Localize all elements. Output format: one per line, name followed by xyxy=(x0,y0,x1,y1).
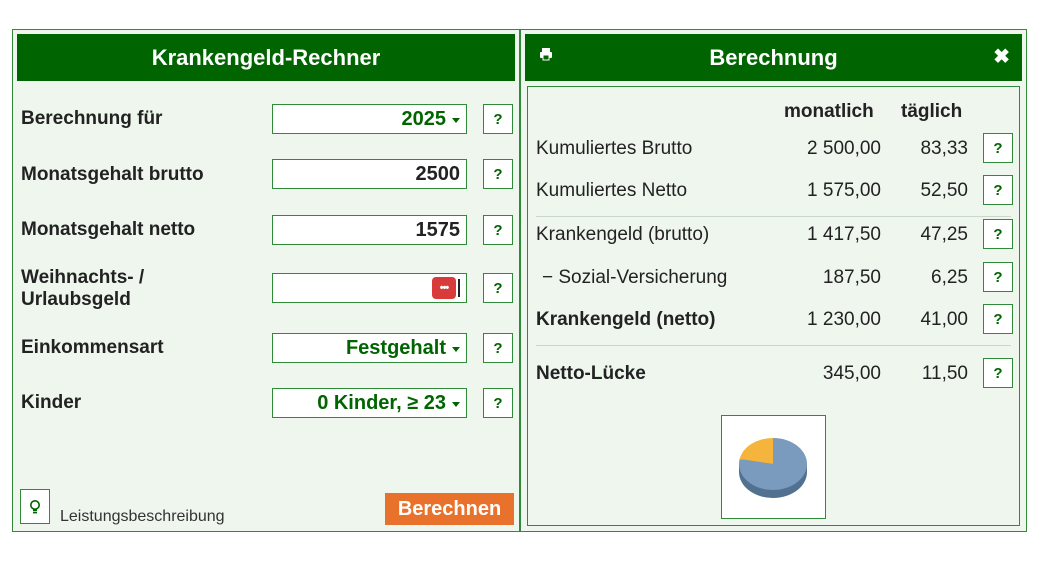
help-net-gap-button[interactable]: ? xyxy=(983,358,1013,388)
help-children-button[interactable]: ? xyxy=(483,388,513,418)
column-header-daily: täglich xyxy=(901,101,963,122)
row-monthly-gross-cumulative: 2 500,00 xyxy=(807,138,881,159)
bonus-input[interactable]: ••• xyxy=(272,273,467,303)
lightbulb-button[interactable] xyxy=(20,489,50,524)
label-net-salary: Monatsgehalt netto xyxy=(21,219,196,240)
row-daily-net-cumulative: 52,50 xyxy=(920,180,968,201)
net-salary-value: 1575 xyxy=(415,218,461,241)
pie-chart-box[interactable] xyxy=(721,415,826,519)
label-gross-salary: Monatsgehalt brutto xyxy=(21,164,204,185)
row-daily-social-insurance: 6,25 xyxy=(931,267,968,288)
help-net-salary-button[interactable]: ? xyxy=(483,215,513,245)
row-monthly-social-insurance: 187,50 xyxy=(822,267,881,288)
column-header-monthly: monatlich xyxy=(784,101,874,122)
row-daily-gross-cumulative: 83,33 xyxy=(920,138,968,159)
row-daily-sick-pay-net: 41,00 xyxy=(920,309,968,330)
calculator-title: Krankengeld-Rechner xyxy=(151,44,381,70)
password-manager-icon[interactable]: ••• xyxy=(432,277,456,299)
label-income-type: Einkommensart xyxy=(21,337,164,358)
row-label-social-insurance: − Sozial-Versicherung xyxy=(542,267,728,288)
year-select[interactable]: 2025 xyxy=(272,104,467,134)
help-sick-pay-net-button[interactable]: ? xyxy=(983,304,1013,334)
divider xyxy=(536,216,1011,217)
row-label-net-gap: Netto-Lücke xyxy=(536,363,646,384)
result-header: Berechnung ✖ xyxy=(525,34,1022,81)
row-label-sick-pay-net: Krankengeld (netto) xyxy=(536,309,716,330)
help-sick-pay-gross-button[interactable]: ? xyxy=(983,219,1013,249)
row-monthly-net-gap: 345,00 xyxy=(822,363,881,384)
close-icon[interactable]: ✖ xyxy=(993,44,1010,69)
row-label-net-cumulative: Kumuliertes Netto xyxy=(536,180,688,201)
result-table: monatlich täglich Kumuliertes Brutto 2 5… xyxy=(527,86,1020,526)
print-icon[interactable] xyxy=(539,47,553,61)
row-label-gross-cumulative: Kumuliertes Brutto xyxy=(536,138,693,159)
chevron-down-icon xyxy=(452,402,460,407)
row-daily-sick-pay-gross: 47,25 xyxy=(920,224,968,245)
divider xyxy=(536,345,1011,346)
help-gross-salary-button[interactable]: ? xyxy=(483,159,513,189)
children-value: 0 Kinder, ≥ 23 xyxy=(317,391,446,414)
row-monthly-sick-pay-net: 1 230,00 xyxy=(807,309,881,330)
income-type-select[interactable]: Festgehalt xyxy=(272,333,467,363)
net-salary-input[interactable]: 1575 xyxy=(272,215,467,245)
calculator-panel: Krankengeld-Rechner Berechnung für 2025 … xyxy=(12,29,520,532)
help-net-cumulative-button[interactable]: ? xyxy=(983,175,1013,205)
result-title: Berechnung xyxy=(709,44,838,70)
year-select-value: 2025 xyxy=(401,107,447,130)
calculate-button[interactable]: Berechnen xyxy=(385,493,514,525)
chevron-down-icon xyxy=(452,347,460,352)
row-daily-net-gap: 11,50 xyxy=(921,363,968,384)
help-bonus-button[interactable]: ? xyxy=(483,273,513,303)
row-label-sick-pay-gross: Krankengeld (brutto) xyxy=(536,224,710,245)
pie-chart xyxy=(739,438,807,498)
help-year-button[interactable]: ? xyxy=(483,104,513,134)
row-monthly-net-cumulative: 1 575,00 xyxy=(807,180,881,201)
row-monthly-sick-pay-gross: 1 417,50 xyxy=(807,224,881,245)
gross-salary-value: 2500 xyxy=(415,162,461,185)
income-type-value: Festgehalt xyxy=(345,336,446,359)
service-description-link[interactable]: Leistungsbeschreibung xyxy=(60,508,225,526)
help-gross-cumulative-button[interactable]: ? xyxy=(983,133,1013,163)
help-social-insurance-button[interactable]: ? xyxy=(983,262,1013,292)
label-bonus: Weihnachts- / Urlaubsgeld xyxy=(21,267,145,310)
lightbulb-icon xyxy=(30,499,40,513)
result-panel: Berechnung ✖ monatlich täglich Kumuliert… xyxy=(520,29,1027,532)
gross-salary-input[interactable]: 2500 xyxy=(272,159,467,189)
label-children: Kinder xyxy=(21,392,82,413)
children-select[interactable]: 0 Kinder, ≥ 23 xyxy=(272,388,467,418)
help-income-type-button[interactable]: ? xyxy=(483,333,513,363)
chevron-down-icon xyxy=(452,118,460,123)
text-cursor xyxy=(458,279,460,297)
calculator-header: Krankengeld-Rechner xyxy=(17,34,515,81)
label-year: Berechnung für xyxy=(21,108,163,129)
